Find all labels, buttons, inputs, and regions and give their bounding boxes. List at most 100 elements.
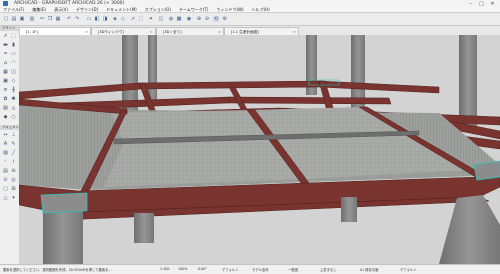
drawing-tool-icon[interactable]: ▤	[2, 168, 9, 175]
menu-window[interactable]: ウィンドウ(W)	[216, 7, 243, 13]
arrow-tool-icon[interactable]: ➚	[2, 33, 9, 40]
redo-icon[interactable]: ↷	[74, 16, 80, 22]
menu-help[interactable]: ヘルプ(H)	[252, 7, 270, 13]
renovation-field[interactable]: 上書きなし	[320, 267, 336, 272]
tab-label: [3D / 全て]	[163, 30, 182, 34]
zoom-in-icon[interactable]: ⊕	[196, 16, 202, 22]
column-tool-icon[interactable]: ▮	[10, 42, 17, 49]
beam-tool-icon[interactable]: ═	[2, 51, 9, 58]
dimension-tool-icon[interactable]: ↔	[2, 132, 9, 139]
status-hint: 要素を選択してください、選択範囲を作成、CtrlやShiftを押して要素を...	[3, 268, 112, 272]
elevation-icon[interactable]: ◨	[102, 16, 108, 22]
section-icon[interactable]: ◧	[94, 16, 100, 22]
menu-teamwork[interactable]: チームワーク(T)	[179, 7, 208, 13]
grid-tool-icon[interactable]: ⊞	[10, 186, 17, 193]
wall-tool-icon[interactable]: ▬	[2, 42, 9, 49]
zone-tool-icon[interactable]: ▧	[2, 105, 9, 112]
column[interactable]	[341, 197, 357, 222]
layer-combo-field[interactable]: 01 既存平面	[360, 267, 378, 272]
menu-document[interactable]: ドキュメント(M)	[106, 7, 137, 13]
grid-snap-icon[interactable]: ▩	[176, 16, 182, 22]
curtain-wall-tool-icon[interactable]: ▦	[2, 69, 9, 76]
object-tool-icon[interactable]: ✿	[2, 96, 9, 103]
detail-tool-icon[interactable]: ◎	[10, 177, 17, 184]
settings-icon[interactable]: ⚙	[222, 16, 228, 22]
minimize-button[interactable]: –	[465, 0, 476, 7]
print-icon[interactable]: ▥	[29, 16, 35, 22]
copy-icon[interactable]: ❐	[47, 16, 53, 22]
teamwork-icon[interactable]: ◉	[186, 16, 192, 22]
menu-file[interactable]: ファイル(F)	[3, 7, 24, 13]
close-button[interactable]: ✕	[487, 0, 498, 7]
render-icon[interactable]: ◍	[168, 16, 174, 22]
cut-icon[interactable]: ✂	[39, 16, 45, 22]
change-tool-icon[interactable]: △	[2, 195, 9, 202]
maximize-button[interactable]: □	[476, 0, 487, 7]
lamp-tool-icon[interactable]: ✺	[10, 96, 17, 103]
close-tab-icon[interactable]: ×	[218, 28, 221, 35]
save-icon[interactable]: ▣	[19, 16, 25, 22]
marquee-icon[interactable]: ⬚	[138, 16, 144, 22]
morph-tool-icon[interactable]: ◆	[2, 114, 9, 121]
shell-tool-icon[interactable]: ◠	[10, 60, 17, 67]
more-tools-icon[interactable]: ▾	[10, 195, 17, 202]
opening-tool-icon[interactable]: ○	[10, 114, 17, 121]
structure-field[interactable]: 一般図	[288, 267, 298, 272]
column-cap[interactable]	[40, 192, 88, 214]
toolbox-header-document: ドキュメント	[0, 125, 23, 130]
pen-set-field[interactable]: デフォルト	[222, 267, 238, 272]
marquee-tool-icon[interactable]: ⬚	[10, 33, 17, 40]
label-tool-icon[interactable]: ✎	[10, 141, 17, 148]
tab-floor-plan[interactable]: [1. 1F] ×	[19, 27, 91, 35]
undo-icon[interactable]: ↶	[66, 16, 72, 22]
menu-view[interactable]: 表示(V)	[54, 7, 68, 13]
new-file-icon[interactable]: ▢	[3, 16, 9, 22]
scale-field[interactable]: 1:100	[160, 267, 170, 271]
window-controls: – □ ✕	[465, 0, 498, 7]
perspective-icon[interactable]: ◇	[120, 16, 126, 22]
angle-field[interactable]: 0.00°	[198, 267, 207, 271]
polyline-tool-icon[interactable]: ⌇	[10, 159, 17, 166]
column[interactable]	[134, 213, 154, 243]
mesh-tool-icon[interactable]: ◬	[10, 105, 17, 112]
open-folder-icon[interactable]: ▤	[11, 16, 17, 22]
worksheet-tool-icon[interactable]: ▢	[2, 186, 9, 193]
close-tab-icon[interactable]: ×	[293, 28, 296, 35]
window-tool-icon[interactable]: ▣	[2, 78, 9, 85]
elevation-tool-icon[interactable]: ⊙	[2, 177, 9, 184]
tab-3d-window[interactable]: [3Dウィンドウ] ×	[91, 27, 156, 35]
tab-layout[interactable]: [1.1 生産計画図] ×	[224, 27, 299, 35]
menu-edit[interactable]: 編集(E)	[32, 7, 46, 13]
door-tool-icon[interactable]: ◫	[10, 69, 17, 76]
arc-tool-icon[interactable]: ◜	[2, 159, 9, 166]
slab-tool-icon[interactable]: ▭	[10, 51, 17, 58]
zoom-field[interactable]: 100%	[178, 267, 187, 271]
level-dimension-tool-icon[interactable]: ⊥	[10, 132, 17, 139]
stair-tool-icon[interactable]: ≡	[2, 87, 9, 94]
paste-icon[interactable]: ▦	[55, 16, 61, 22]
close-tab-icon[interactable]: ×	[85, 28, 88, 35]
close-tab-icon[interactable]: ×	[150, 28, 153, 35]
roof-tool-icon[interactable]: ⌂	[2, 60, 9, 67]
magic-wand-icon[interactable]: ✦	[148, 16, 154, 22]
layout-icon[interactable]: ▭	[86, 16, 92, 22]
line-tool-icon[interactable]: ╱	[10, 150, 17, 157]
model-view-field[interactable]: モデル全体	[252, 267, 268, 272]
arrow-tool-icon[interactable]: ➚	[130, 16, 136, 22]
3d-view-icon[interactable]: ◈	[112, 16, 118, 22]
railing-tool-icon[interactable]: ╫	[10, 87, 17, 94]
suspend-groups-icon[interactable]: ◫	[158, 16, 164, 22]
3d-model-view[interactable]	[19, 35, 500, 264]
column[interactable]	[43, 205, 83, 264]
skylight-tool-icon[interactable]: ◇	[10, 78, 17, 85]
text-tool-icon[interactable]: A	[2, 141, 9, 148]
orbit-icon[interactable]: ⟲	[213, 16, 219, 22]
fill-tool-icon[interactable]: ▨	[2, 150, 9, 157]
view-field[interactable]: デフォルト	[400, 267, 416, 272]
menu-design[interactable]: デザイン(D)	[76, 7, 98, 13]
section-tool-icon[interactable]: ⊖	[10, 168, 17, 175]
3d-viewport[interactable]	[19, 35, 500, 264]
zoom-out-icon[interactable]: ⊖	[204, 16, 210, 22]
menu-options[interactable]: オプション(O)	[145, 7, 171, 13]
tab-3d-all[interactable]: [3D / 全て] ×	[156, 27, 224, 35]
